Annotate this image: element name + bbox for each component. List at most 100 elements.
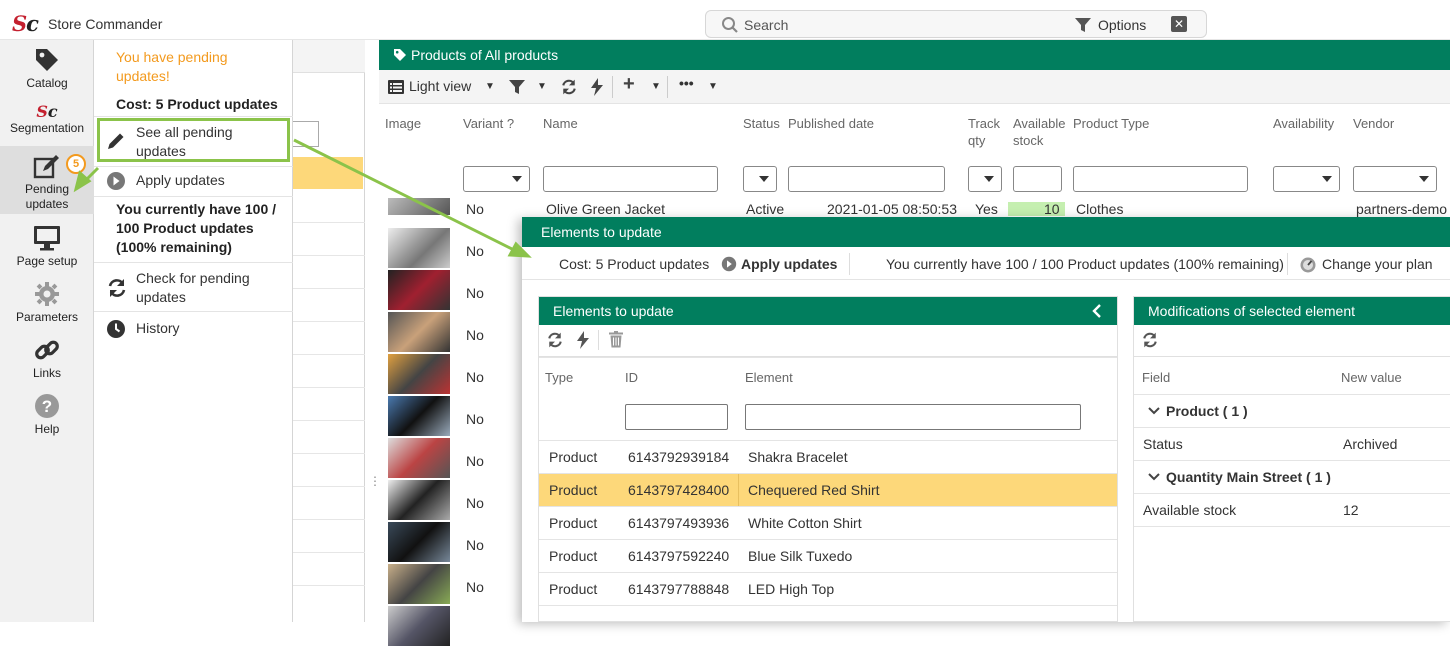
filter-status-select[interactable] — [743, 166, 777, 192]
filter-vendor-select[interactable] — [1353, 166, 1437, 192]
product-image[interactable] — [388, 270, 450, 310]
mod-field: Status — [1143, 436, 1183, 452]
element-type: Product — [549, 449, 598, 465]
close-icon[interactable]: ✕ — [1171, 16, 1187, 32]
nav-help[interactable]: ? Help — [0, 392, 94, 438]
product-image[interactable] — [388, 564, 450, 604]
chevron-down-icon[interactable]: ▼ — [651, 81, 661, 92]
nav-parameters[interactable]: Parameters — [0, 280, 94, 326]
element-row[interactable]: Product 6143792939184 Shakra Bracelet — [539, 440, 1117, 473]
col-name[interactable]: Name — [543, 115, 578, 132]
window-header[interactable]: Elements to update — [522, 217, 1450, 247]
filter-track-select[interactable] — [968, 166, 1002, 192]
search-box[interactable]: Search Options ✕ — [705, 10, 1207, 38]
col-type[interactable]: Type — [545, 370, 573, 385]
change-plan-button[interactable]: Change your plan — [1322, 256, 1433, 272]
element-row-selected[interactable]: Product 6143797428400 Chequered Red Shir… — [539, 473, 1117, 507]
divider — [94, 116, 293, 117]
col-element[interactable]: Element — [745, 370, 793, 385]
col-variant[interactable]: Variant ? — [463, 115, 514, 132]
modal-apply-updates-button[interactable]: Apply updates — [741, 256, 837, 272]
element-row[interactable]: Product 6143797592240 Blue Silk Tuxedo — [539, 539, 1117, 572]
modification-row[interactable]: Status Archived — [1134, 427, 1450, 460]
more-icon[interactable]: ••• — [679, 75, 694, 91]
modification-row[interactable]: Available stock 12 — [1134, 493, 1450, 526]
product-image[interactable] — [388, 354, 450, 394]
nav-catalog[interactable]: Catalog — [0, 46, 94, 96]
nav-pending-updates[interactable]: 5 Pending updates — [0, 146, 94, 214]
filter-variant-select[interactable] — [463, 166, 530, 192]
product-image[interactable] — [388, 480, 450, 520]
view-selector[interactable]: Light view — [409, 78, 471, 94]
selected-row[interactable] — [293, 157, 363, 189]
col-status[interactable]: Status — [743, 115, 780, 132]
bolt-icon[interactable] — [577, 331, 589, 349]
options-button[interactable]: Options — [1098, 17, 1146, 33]
app-logo[interactable]: Sc — [12, 11, 39, 36]
row-variant: No — [466, 285, 484, 301]
col-field[interactable]: Field — [1142, 370, 1170, 385]
list-icon — [388, 80, 404, 94]
product-image[interactable] — [388, 522, 450, 562]
row-divider — [293, 288, 365, 289]
filter-icon[interactable] — [1074, 16, 1092, 34]
refresh-icon[interactable] — [1141, 331, 1159, 349]
group-row-quantity[interactable]: Quantity Main Street ( 1 ) — [1134, 460, 1450, 493]
modal-cost: Cost: 5 Product updates — [559, 256, 710, 272]
bolt-icon[interactable] — [591, 78, 603, 96]
nav-links[interactable]: Links — [0, 336, 94, 382]
add-icon[interactable]: + — [623, 73, 635, 96]
product-image[interactable] — [388, 198, 450, 215]
product-image[interactable] — [388, 312, 450, 352]
col-availability[interactable]: Availability — [1273, 115, 1334, 132]
search-input[interactable]: Search — [744, 17, 788, 33]
refresh-icon[interactable] — [560, 78, 578, 96]
col-id[interactable]: ID — [625, 370, 638, 385]
col-track-qty[interactable]: Track qty — [968, 115, 1006, 149]
filter-icon[interactable] — [509, 79, 525, 95]
filter-availability-select[interactable] — [1273, 166, 1340, 192]
chevron-down-icon[interactable] — [1148, 407, 1160, 416]
filter-input[interactable] — [293, 121, 319, 147]
refresh-icon[interactable] — [546, 331, 564, 349]
filter-id-input[interactable] — [625, 404, 728, 430]
chevron-down-icon[interactable]: ▼ — [485, 81, 495, 92]
row-variant: No — [466, 243, 484, 259]
col-product-type[interactable]: Product Type — [1073, 115, 1149, 132]
col-image[interactable]: Image — [385, 115, 421, 132]
col-available-stock[interactable]: Available stock — [1013, 115, 1071, 149]
chevron-down-icon[interactable]: ▼ — [708, 81, 718, 92]
nav-segmentation[interactable]: Sc Segmentation — [0, 102, 94, 146]
filter-element-input[interactable] — [745, 404, 1081, 430]
col-vendor[interactable]: Vendor — [1353, 115, 1394, 132]
col-published-date[interactable]: Published date — [788, 115, 874, 132]
filter-name-input[interactable] — [543, 166, 718, 192]
row-divider — [293, 453, 365, 454]
product-image[interactable] — [388, 396, 450, 436]
history-item[interactable]: History — [94, 319, 293, 341]
trash-icon[interactable] — [609, 331, 623, 348]
row-divider — [293, 519, 365, 520]
nav-page-setup[interactable]: Page setup — [0, 224, 94, 270]
filter-type-input[interactable] — [1073, 166, 1248, 192]
element-row[interactable]: Product 6143797493936 White Cotton Shirt — [539, 506, 1117, 539]
chevron-down-icon[interactable]: ▼ — [537, 81, 547, 92]
element-row[interactable]: Product 6143797788848 LED High Top — [539, 572, 1117, 605]
product-image[interactable] — [388, 606, 450, 646]
product-image[interactable] — [388, 228, 450, 268]
tag-icon — [36, 49, 58, 71]
product-image[interactable] — [388, 438, 450, 478]
pending-warning: You have pending updates! — [116, 49, 228, 84]
element-type: Product — [549, 482, 598, 498]
col-new-value[interactable]: New value — [1341, 370, 1402, 385]
filter-published-input[interactable] — [788, 166, 945, 192]
filter-stock-input[interactable] — [1013, 166, 1062, 192]
apply-updates-item[interactable]: Apply updates — [94, 171, 293, 193]
group-row-product[interactable]: Product ( 1 ) — [1134, 394, 1450, 427]
check-pending-updates[interactable]: Check for pending updates — [94, 269, 293, 309]
chevron-down-icon[interactable] — [1148, 473, 1160, 482]
mod-value: Archived — [1343, 436, 1398, 452]
chevron-left-icon[interactable] — [1092, 304, 1102, 318]
gauge-icon — [1300, 257, 1316, 273]
products-toolbar: Light view ▼ ▼ + ▼ ••• ▼ — [379, 70, 1450, 104]
